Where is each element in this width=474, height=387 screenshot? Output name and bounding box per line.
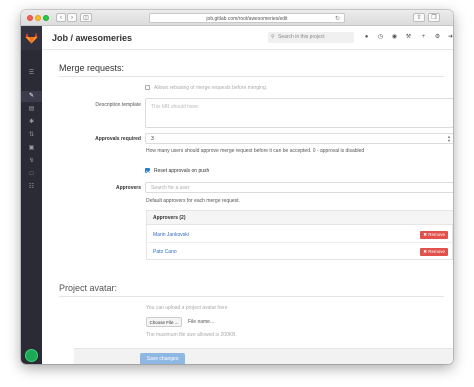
network-icon[interactable]: ⇅ bbox=[27, 131, 36, 140]
project-avatar-heading: Project avatar: bbox=[59, 283, 118, 293]
settings-form: Merge requests: Allows rebasing of merge… bbox=[42, 51, 453, 364]
globe-icon[interactable]: ● bbox=[363, 34, 370, 41]
approvals-value: 3 bbox=[151, 136, 154, 142]
description-template-label: Description template bbox=[95, 102, 141, 108]
zoom-window-button[interactable] bbox=[43, 15, 49, 21]
search-input[interactable]: ⚲ Search in this project bbox=[268, 32, 354, 43]
approvals-required-input[interactable]: 3 ▲ ▼ bbox=[145, 133, 453, 144]
approvers-list-title: Approvers (2) bbox=[147, 211, 453, 225]
wiki-icon[interactable]: ☷ bbox=[27, 183, 36, 192]
approvers-search-placeholder: Search for a user bbox=[151, 185, 190, 191]
file-name-text: File name... bbox=[188, 319, 215, 325]
close-window-button[interactable] bbox=[27, 15, 33, 21]
approvals-help: How many users should approve merge requ… bbox=[146, 148, 365, 154]
page-title: Job / awesomeries bbox=[52, 33, 133, 43]
stepper-arrows-icon[interactable]: ▲ ▼ bbox=[447, 135, 451, 143]
rebase-checkbox[interactable] bbox=[145, 85, 150, 90]
avatar-hint: You can upload a project avatar here bbox=[146, 305, 228, 311]
back-button[interactable]: ‹ bbox=[56, 13, 66, 22]
approvers-help: Default approvers for each merge request… bbox=[146, 198, 240, 204]
browser-titlebar: ‹ › ◫ job.gitlab.com/root/awesomeries/ed… bbox=[21, 10, 453, 26]
approver-name-link[interactable]: Marin Jankovski bbox=[153, 232, 189, 238]
reset-approvals-label: Reset approvals on push bbox=[154, 168, 210, 174]
gitlab-sidebar: ☰ ✎ ▤ ✱ ⇅ ▣ ↯ □ ☷ bbox=[21, 26, 42, 364]
browser-window: ‹ › ◫ job.gitlab.com/root/awesomeries/ed… bbox=[21, 10, 453, 364]
search-placeholder: Search in this project bbox=[278, 34, 325, 40]
todo-icon[interactable]: ◉ bbox=[391, 34, 398, 41]
save-changes-button[interactable]: Save changes bbox=[140, 353, 185, 364]
approvers-search-input[interactable]: Search for a user bbox=[145, 182, 453, 193]
description-placeholder: This MR should have: bbox=[151, 104, 200, 110]
approvers-list: Approvers (2) Marin Jankovski ✖ Remove P… bbox=[146, 210, 453, 260]
files-icon[interactable]: ▤ bbox=[27, 105, 36, 114]
commits-icon[interactable]: ✱ bbox=[27, 118, 36, 127]
address-bar[interactable]: job.gitlab.com/root/awesomeries/edit ↻ bbox=[149, 13, 345, 23]
form-actions: Save changes bbox=[74, 348, 453, 364]
minimize-window-button[interactable] bbox=[35, 15, 41, 21]
remove-approver-button[interactable]: ✖ Remove bbox=[420, 248, 448, 256]
approver-name-link[interactable]: Pato Cano bbox=[153, 249, 177, 255]
sidebar-toggle-button[interactable]: ◫ bbox=[80, 13, 92, 22]
list-item: Pato Cano ✖ Remove bbox=[147, 244, 453, 260]
menu-icon[interactable]: ☰ bbox=[27, 69, 36, 78]
reload-icon[interactable]: ↻ bbox=[335, 14, 340, 24]
description-template-field[interactable]: This MR should have: bbox=[145, 98, 453, 128]
chevron-left-icon: ‹ bbox=[60, 15, 62, 21]
merge-requests-heading: Merge requests: bbox=[59, 63, 125, 73]
plus-icon[interactable]: + bbox=[420, 34, 427, 41]
choose-file-button[interactable]: Choose File ... bbox=[146, 317, 182, 327]
search-icon: ⚲ bbox=[271, 34, 275, 40]
chevron-right-icon: › bbox=[71, 15, 73, 21]
settings-gear-icon[interactable]: ⚙ bbox=[434, 34, 441, 41]
approvals-required-label: Approvals required bbox=[95, 136, 141, 142]
gitlab-logo-icon[interactable] bbox=[25, 32, 38, 44]
admin-wrench-icon[interactable]: ⚒ bbox=[405, 34, 412, 41]
remove-label: Remove bbox=[428, 232, 445, 237]
dashboard-icon[interactable]: ◷ bbox=[377, 34, 384, 41]
merge-requests-icon[interactable]: ↯ bbox=[27, 157, 36, 166]
remove-approver-button[interactable]: ✖ Remove bbox=[420, 231, 448, 239]
approvers-label: Approvers bbox=[115, 185, 141, 191]
tabs-icon: ❐ bbox=[431, 15, 437, 21]
sidebar-header bbox=[21, 26, 42, 50]
user-avatar[interactable] bbox=[25, 349, 38, 362]
section-divider bbox=[59, 296, 444, 297]
forward-button[interactable]: › bbox=[67, 13, 77, 22]
edit-icon[interactable]: ✎ bbox=[27, 92, 36, 101]
lock-icon[interactable]: □ bbox=[27, 170, 36, 179]
share-icon: ⇧ bbox=[416, 15, 422, 21]
issues-icon[interactable]: ▣ bbox=[27, 144, 36, 153]
max-size-hint: The maximum file size allowed is 200KB. bbox=[146, 332, 237, 338]
page-header: Job / awesomeries ⚲ Search in this proje… bbox=[42, 26, 453, 50]
section-divider bbox=[59, 76, 444, 77]
reset-approvals-checkbox[interactable] bbox=[145, 168, 150, 173]
rebase-label: Allows rebasing of merge requests before… bbox=[154, 85, 268, 91]
sign-out-icon[interactable]: ➜ bbox=[447, 34, 453, 41]
share-button[interactable]: ⇧ bbox=[413, 13, 425, 22]
sidebar-icon: ◫ bbox=[83, 15, 89, 21]
remove-label: Remove bbox=[428, 249, 445, 254]
tabs-button[interactable]: ❐ bbox=[428, 13, 440, 22]
list-item: Marin Jankovski ✖ Remove bbox=[147, 227, 453, 243]
address-text: job.gitlab.com/root/awesomeries/edit bbox=[206, 16, 288, 22]
